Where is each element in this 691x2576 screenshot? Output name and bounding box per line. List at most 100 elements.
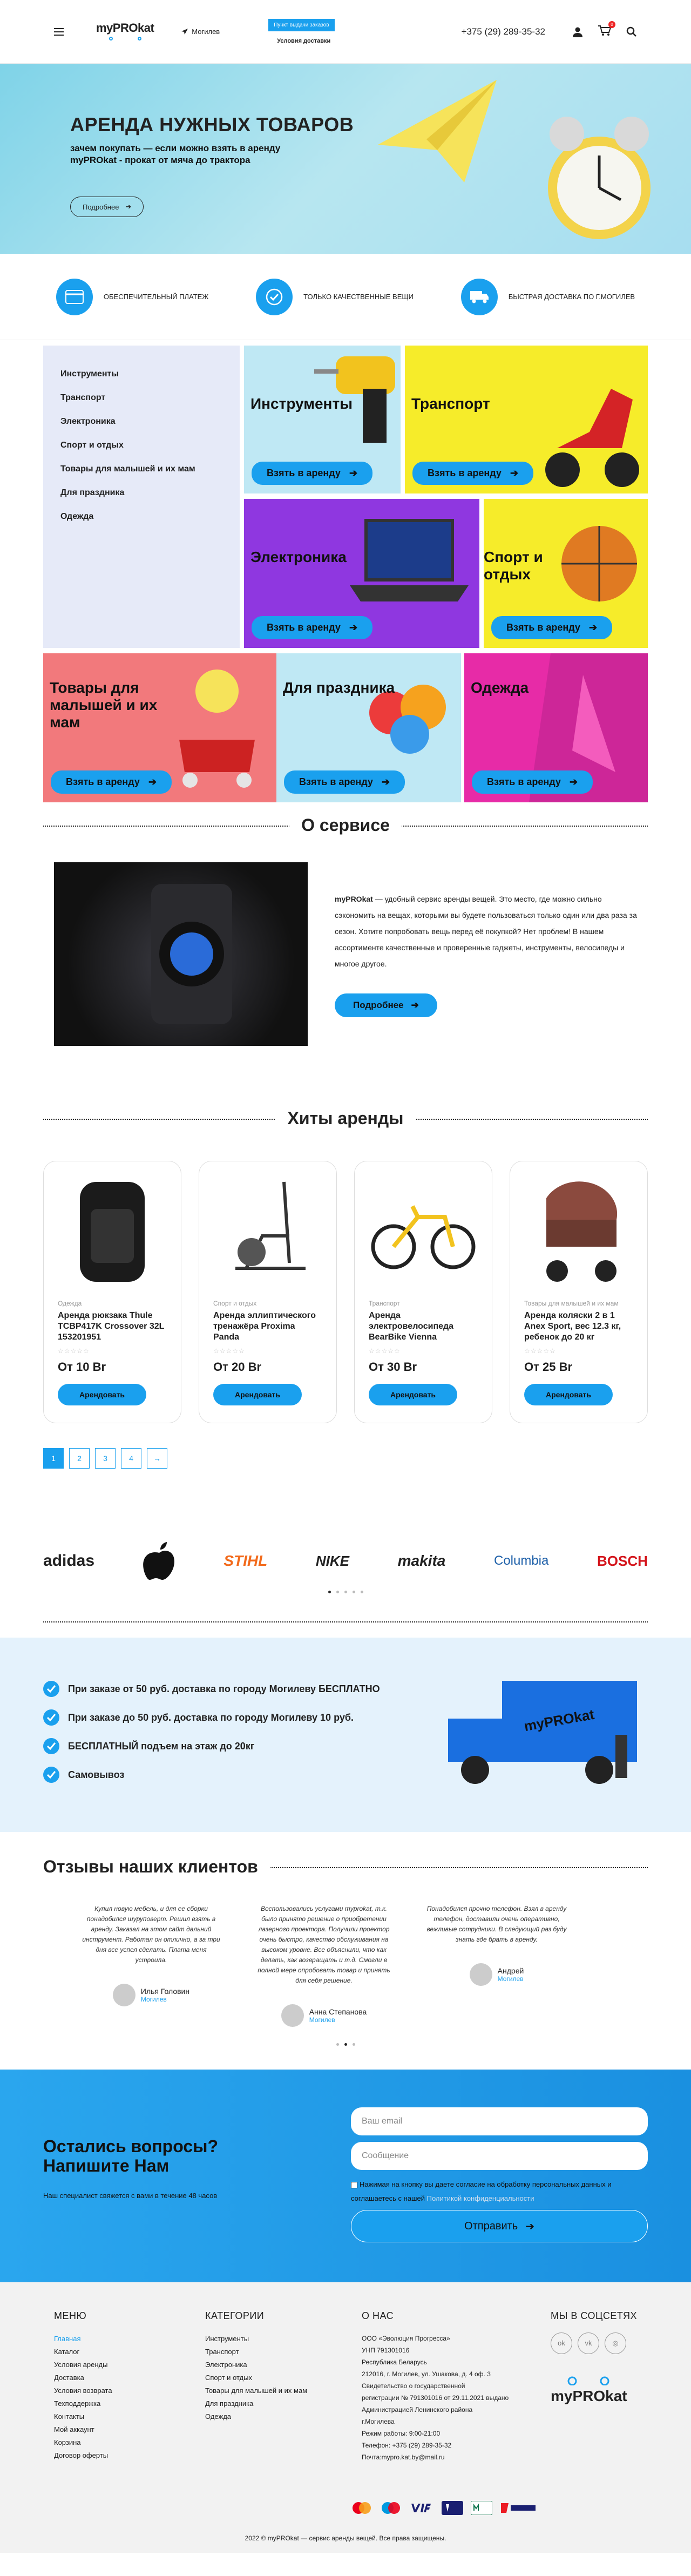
footer-link[interactable]: Каталог [54,2345,112,2358]
message-field[interactable]: Сообщение [351,2142,648,2170]
carousel-dot[interactable] [352,1591,355,1593]
product-card[interactable]: Транспорт Аренда электровелосипеда BearB… [354,1161,492,1423]
arrow-right-icon: ➔ [349,622,358,633]
footer-logo[interactable]: myPROkat [551,2370,627,2404]
category-menu-item[interactable]: Одежда [60,512,222,522]
pickup-point-link[interactable]: Пункт выдачи заказов [268,19,335,31]
tile-tools[interactable]: Инструменты Взять в аренду ➔ [244,346,401,493]
brand-bosch[interactable]: BOSCH [597,1553,648,1570]
category-menu-item[interactable]: Для праздника [60,488,222,498]
category-menu-item[interactable]: Электроника [60,417,222,427]
carousel-dot[interactable] [328,1591,331,1593]
footer-link[interactable]: Условия аренды [54,2358,112,2371]
category-menu-item[interactable]: Транспорт [60,393,222,403]
product-name[interactable]: Аренда коляски 2 в 1 Anex Sport, вес 12.… [524,1310,633,1343]
city-selector[interactable]: Могилев [181,28,220,36]
odnoklassniki-icon[interactable]: ok [551,2332,572,2354]
footer-link[interactable]: Электроника [205,2358,307,2371]
carousel-dot[interactable] [360,1591,363,1593]
category-menu-item[interactable]: Спорт и отдых [60,441,222,450]
carousel-dot[interactable] [344,1591,347,1593]
footer-link[interactable]: Главная [54,2332,112,2345]
user-icon[interactable] [572,26,583,37]
send-button[interactable]: Отправить ➔ [351,2210,648,2242]
feature-delivery: БЫСТРАЯ ДОСТАВКА ПО Г.МОГИЛЕВ [460,278,635,315]
footer-link[interactable]: Инструменты [205,2332,307,2345]
email-field[interactable]: Ваш email [351,2107,648,2135]
footer-link[interactable]: Транспорт [205,2345,307,2358]
rent-button[interactable]: Взять в аренду ➔ [491,616,613,639]
rent-product-button[interactable]: Арендовать [213,1384,302,1405]
rent-product-button[interactable]: Арендовать [369,1384,458,1405]
arrow-right-icon: ➔ [569,776,578,787]
carousel-dot[interactable] [352,2043,355,2046]
brand-stihl[interactable]: STIHL [223,1552,267,1570]
rent-button[interactable]: Взять в аренду ➔ [252,616,373,639]
product-card[interactable]: Товары для малышей и их мам Аренда коляс… [510,1161,648,1423]
footer-phone[interactable]: Телефон: +375 (29) 289-35-32 [362,2439,534,2451]
instagram-icon[interactable]: ◎ [605,2332,626,2354]
footer-link[interactable]: Одежда [205,2410,307,2423]
apple-logo-icon[interactable] [143,1542,175,1580]
footer-link[interactable]: Для праздника [205,2397,307,2410]
page-3[interactable]: 3 [95,1448,116,1469]
category-menu-item[interactable]: Товары для малышей и их мам [60,464,222,474]
menu-icon[interactable] [54,28,64,36]
footer-link[interactable]: Контакты [54,2410,112,2423]
delivery-terms-link[interactable]: Условия доставки [277,38,330,44]
about-photo [54,862,308,1046]
footer-link[interactable]: Мой аккаунт [54,2423,112,2436]
footer-link[interactable]: Условия возврата [54,2384,112,2397]
tile-clothes[interactable]: Одежда Взять в аренду ➔ [464,653,648,802]
product-card[interactable]: Одежда Аренда рюкзака Thule TCBP417K Cro… [43,1161,181,1423]
cart-button[interactable]: 0 [598,21,615,38]
tile-holiday[interactable]: Для праздника Взять в аренду ➔ [276,653,461,802]
logo[interactable]: myPROkat [96,21,154,43]
tile-electronics[interactable]: Электроника Взять в аренду ➔ [244,499,479,648]
brand-makita[interactable]: makita [398,1552,446,1570]
footer-link[interactable]: Спорт и отдых [205,2371,307,2384]
rent-button[interactable]: Взять в аренду ➔ [412,462,534,485]
carousel-dot[interactable] [336,1591,339,1593]
product-name[interactable]: Аренда эллиптического тренажёра Proxima … [213,1310,322,1343]
hero-more-button[interactable]: Подробнее ➔ [70,197,144,217]
rent-product-button[interactable]: Арендовать [524,1384,613,1405]
tile-kids[interactable]: Товары для малышей и их мам Взять в арен… [43,653,276,802]
rent-button[interactable]: Взять в аренду ➔ [472,770,593,794]
brand-columbia[interactable]: Columbia [494,1553,548,1568]
rent-button[interactable]: Взять в аренду ➔ [252,462,373,485]
footer-link[interactable]: Доставка [54,2371,112,2384]
tile-transport[interactable]: Транспорт Взять в аренду ➔ [405,346,648,493]
brand-adidas[interactable]: adidas [43,1552,94,1570]
privacy-policy-link[interactable]: Политикой конфиденциальности [427,2194,534,2202]
footer-link[interactable]: Договор оферты [54,2449,112,2462]
page-next[interactable]: → [147,1448,167,1469]
vk-icon[interactable]: vk [578,2332,599,2354]
header-phone[interactable]: +375 (29) 289-35-32 [462,26,545,37]
check-icon [43,1738,59,1754]
category-menu-item[interactable]: Инструменты [60,369,222,379]
consent-checkbox[interactable] [351,2181,357,2188]
search-icon[interactable] [626,26,637,37]
rent-product-button[interactable]: Арендовать [58,1384,147,1405]
carousel-dot[interactable] [336,2043,339,2046]
page-2[interactable]: 2 [69,1448,90,1469]
footer-link[interactable]: Техподдержка [54,2397,112,2410]
delivery-section: При заказе от 50 руб. доставка по городу… [0,1638,691,1832]
about-more-button[interactable]: Подробнее ➔ [335,993,437,1017]
brand-nike[interactable]: NIKE [316,1553,349,1570]
rent-button[interactable]: Взять в аренду ➔ [51,770,172,794]
product-name[interactable]: Аренда рюкзака Thule TCBP417K Crossover … [58,1310,167,1343]
product-name[interactable]: Аренда электровелосипеда BearBike Vienna [369,1310,478,1343]
page-1[interactable]: 1 [43,1448,64,1469]
footer-link[interactable]: Товары для малышей и их мам [205,2384,307,2397]
footer-email[interactable]: Почта:mypro.kat.by@mail.ru [362,2451,534,2463]
product-card[interactable]: Спорт и отдых Аренда эллиптического трен… [199,1161,337,1423]
rent-label: Взять в аренду [487,776,561,787]
footer-link[interactable]: Корзина [54,2436,112,2449]
footer-text: регистрации № 791301016 от 29.11.2021 вы… [362,2394,509,2402]
carousel-dot[interactable] [344,2043,347,2046]
tile-sport[interactable]: Спорт и отдых Взять в аренду ➔ [484,499,648,648]
page-4[interactable]: 4 [121,1448,141,1469]
rent-button[interactable]: Взять в аренду ➔ [284,770,405,794]
